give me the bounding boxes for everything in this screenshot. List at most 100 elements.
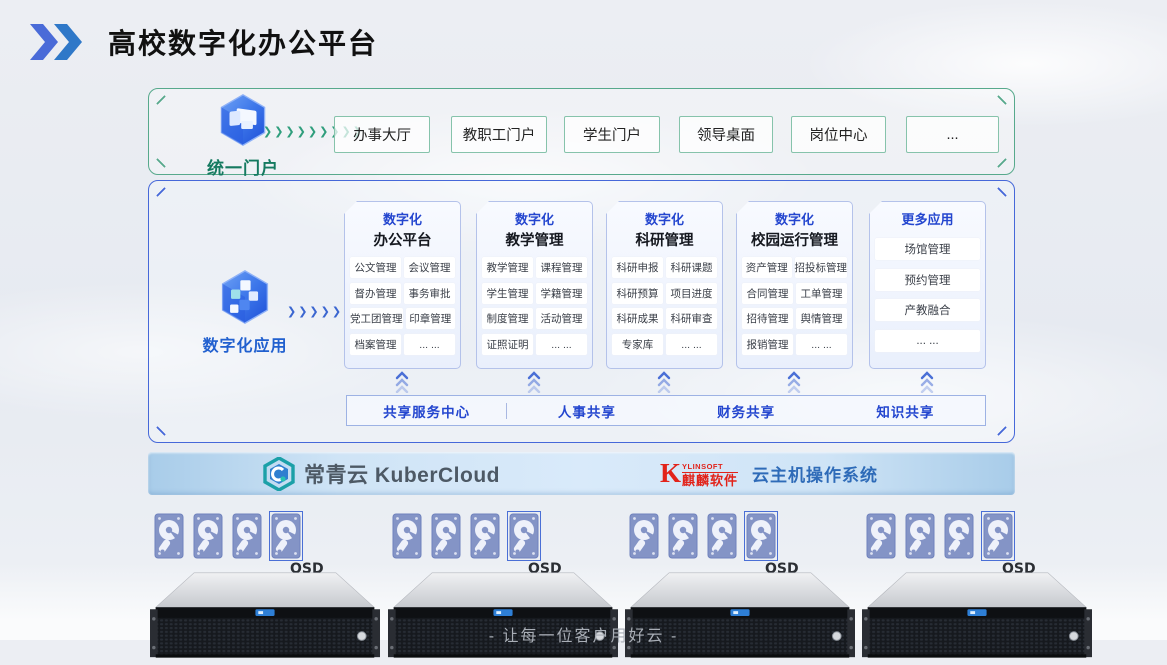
module-pill: 督办管理 — [350, 283, 401, 304]
page-header: 高校数字化办公平台 — [30, 22, 378, 62]
double-chevron-icon — [30, 24, 86, 60]
hdd-icon — [392, 513, 422, 559]
server-group-2: OSD — [388, 513, 618, 559]
hdd-icon — [668, 513, 698, 559]
module-pill: 预约管理 — [875, 269, 980, 291]
module-pill: 教学管理 — [482, 257, 533, 278]
module-pill: 会议管理 — [404, 257, 455, 278]
arrow-up-icon — [920, 371, 934, 393]
hdd-icon — [232, 513, 262, 559]
kylinsoft-logo: K YLINSOFT 麒麟软件 — [660, 460, 738, 488]
card-body: 教学管理课程管理 学生管理学籍管理 制度管理活动管理 证照证明... ... — [482, 252, 587, 360]
portal-button-student-portal: 学生门户 — [564, 116, 660, 153]
card-research-mgmt: 数字化 科研管理 科研申报科研课题 科研预算项目进度 科研成果科研审查 专家库.… — [606, 201, 723, 369]
rack-server-image — [388, 565, 618, 665]
arrow-up-icon — [527, 371, 541, 393]
hdd-icon-osd — [271, 513, 301, 559]
module-pill: 课程管理 — [536, 257, 587, 278]
cloud-platform-bar: 常青云 KuberCloud K YLINSOFT 麒麟软件 云主机操作系统 — [148, 452, 1015, 495]
module-pill: 报销管理 — [742, 334, 793, 355]
module-pill: 印章管理 — [406, 308, 456, 329]
module-pill: ... ... — [796, 334, 847, 355]
arrow-up-icon — [657, 371, 671, 393]
module-pill: 舆情管理 — [796, 308, 847, 329]
module-pill: 档案管理 — [350, 334, 401, 355]
module-pill: 招待管理 — [742, 308, 793, 329]
module-pill: 党工团管理 — [350, 308, 403, 329]
module-pill: 学籍管理 — [536, 283, 587, 304]
card-name: 科研管理 — [612, 229, 717, 250]
digital-apps-panel: 数字化应用 ❯❯❯❯❯❯❯❯ 数字化 办公平台 公文管理会议管理 督办管理事务审… — [148, 180, 1015, 443]
hdd-icon — [905, 513, 935, 559]
card-more-apps: 更多应用 场馆管理 预约管理 产教融合 ... ... — [869, 201, 986, 369]
card-body: 公文管理会议管理 督办管理事务审批 党工团管理印章管理 档案管理... ... — [350, 252, 455, 360]
card-body: 场馆管理 预约管理 产教融合 ... ... — [875, 230, 980, 360]
card-office-platform: 数字化 办公平台 公文管理会议管理 督办管理事务审批 党工团管理印章管理 档案管… — [344, 201, 461, 369]
rack-server-image — [150, 565, 380, 665]
corner-tick — [997, 426, 1007, 436]
corner-tick — [156, 187, 166, 197]
card-body: 科研申报科研课题 科研预算项目进度 科研成果科研审查 专家库... ... — [612, 252, 717, 360]
hdd-icon-osd — [746, 513, 776, 559]
hdd-icon — [470, 513, 500, 559]
rack-server-image — [625, 565, 855, 665]
module-pill: 制度管理 — [482, 308, 533, 329]
unified-portal-panel: 统一门户 ❯❯❯❯❯❯❯❯❯ 办事大厅 教职工门户 学生门户 领导桌面 岗位中心… — [148, 88, 1015, 175]
portal-button-more: ... — [906, 116, 999, 153]
module-pill: 科研成果 — [612, 308, 663, 329]
shared-services-bar: 共享服务中心 人事共享 财务共享 知识共享 — [346, 395, 986, 426]
hdd-icon — [193, 513, 223, 559]
apps-cube-icon — [219, 269, 271, 325]
module-pill: 科研课题 — [666, 257, 717, 278]
module-pill: 公文管理 — [350, 257, 401, 278]
module-pill: 项目进度 — [666, 283, 717, 304]
share-item-hr: 人事共享 — [507, 401, 666, 421]
module-pill: 合同管理 — [742, 283, 793, 304]
module-pill: ... ... — [875, 330, 980, 352]
server-group-4: OSD — [862, 513, 1092, 559]
share-item-finance: 财务共享 — [667, 401, 826, 421]
corner-tick — [997, 158, 1007, 168]
unified-portal-label: 统一门户 — [183, 154, 303, 179]
kylin-cn-label: 麒麟软件 — [682, 472, 738, 487]
portal-button-staff-portal: 教职工门户 — [451, 116, 547, 153]
module-pill: 学生管理 — [482, 283, 533, 304]
rack-server-image — [862, 565, 1092, 665]
module-pill: 活动管理 — [536, 308, 587, 329]
corner-tick — [156, 158, 166, 168]
module-pill: 专家库 — [612, 334, 663, 355]
disk-row — [862, 513, 1092, 559]
module-pill: 科研申报 — [612, 257, 663, 278]
module-pill: 招投标管理 — [795, 257, 848, 278]
module-pill: ... ... — [404, 334, 455, 355]
hdd-icon — [154, 513, 184, 559]
card-tag: 数字化 — [482, 209, 587, 228]
arrow-up-icon — [787, 371, 801, 393]
hdd-icon-osd — [983, 513, 1013, 559]
card-name: 办公平台 — [350, 229, 455, 250]
corner-tick — [997, 95, 1007, 105]
disk-row — [625, 513, 855, 559]
module-pill: 工单管理 — [796, 283, 847, 304]
kubercloud-label: 常青云 KuberCloud — [304, 459, 500, 489]
module-pill: ... ... — [666, 334, 717, 355]
server-group-1: OSD — [150, 513, 380, 559]
module-pill: 证照证明 — [482, 334, 533, 355]
kubercloud-logo-icon — [263, 457, 295, 491]
card-name: 教学管理 — [482, 229, 587, 250]
cloud-host-os-label: 云主机操作系统 — [752, 461, 878, 486]
module-pill: 科研预算 — [612, 283, 663, 304]
arrow-up-icon — [395, 371, 409, 393]
card-teaching-mgmt: 数字化 教学管理 教学管理课程管理 学生管理学籍管理 制度管理活动管理 证照证明… — [476, 201, 593, 369]
module-pill: 产教融合 — [875, 299, 980, 321]
module-pill: 事务审批 — [404, 283, 455, 304]
portal-cube-icon — [218, 93, 268, 147]
footer-slogan: - 让每一位客户用好云 - — [0, 622, 1167, 646]
portal-button-service-hall: 办事大厅 — [334, 116, 430, 153]
corner-tick — [156, 426, 166, 436]
hdd-icon — [629, 513, 659, 559]
share-item-knowledge: 知识共享 — [826, 401, 985, 421]
page-title: 高校数字化办公平台 — [108, 22, 378, 62]
module-pill: ... ... — [536, 334, 587, 355]
portal-button-post-center: 岗位中心 — [791, 116, 886, 153]
